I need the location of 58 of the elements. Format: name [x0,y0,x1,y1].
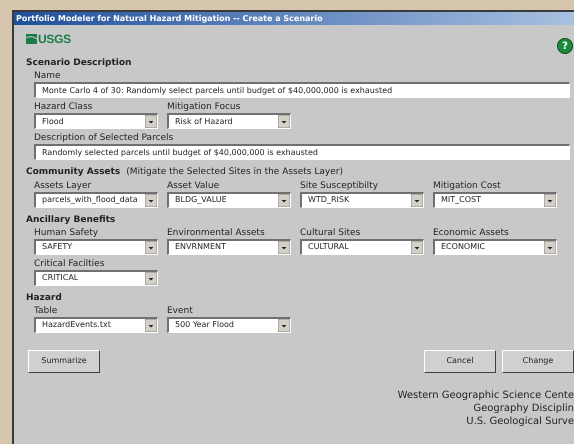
section-note: (Mitigate the Selected Sites in the Assets Layer) [126,166,343,179]
help-button[interactable]: ? [557,38,573,54]
field-label: Event [167,304,194,316]
dropdown-arrow-icon[interactable] [411,240,423,254]
field-label: Mitigation Cost [433,180,502,192]
field-label: Description of Selected Parcels [34,132,174,144]
dropdown[interactable]: MIT_COST [433,192,557,208]
text-field[interactable]: Randomly selected parcels until budget of $40,000,000 is exhausted [34,144,570,160]
footer-text: Western Geographic Science Cente [398,388,574,402]
dropdown-arrow-icon[interactable] [411,194,423,206]
field-label: Mitigation Focus [167,101,242,113]
dropdown-arrow-icon[interactable] [278,194,290,206]
dropdown-arrow-icon[interactable] [145,272,157,284]
section-heading: Hazard [26,292,62,304]
logo-mark-icon [26,34,37,44]
dropdown[interactable]: parcels_with_flood_data [34,192,158,208]
dropdown-arrow-icon[interactable] [278,115,290,128]
field-label: Assets Layer [34,180,92,192]
dropdown[interactable]: WTD_RISK [300,192,424,208]
dropdown[interactable]: ECONOMIC [433,238,557,254]
section-heading: Scenario Description [26,57,132,70]
dropdown[interactable]: ENVRNMENT [167,238,291,254]
dropdown[interactable]: CULTURAL [300,238,424,254]
dropdown-arrow-icon[interactable] [145,240,157,254]
field-label: Name [34,70,62,82]
dropdown-arrow-icon[interactable] [145,194,157,206]
dropdown-arrow-icon[interactable] [278,318,290,332]
field-label: Asset Value [167,180,220,192]
dropdown-arrow-icon[interactable] [145,318,157,332]
field-label: Site Susceptibilty [300,180,380,192]
field-label: Cultural Sites [300,226,362,238]
dropdown-arrow-icon[interactable] [544,194,556,206]
dropdown[interactable]: 500 Year Flood [167,316,291,332]
dropdown[interactable]: BLDG_VALUE [167,192,291,208]
dropdown[interactable]: SAFETY [34,238,158,254]
field-label: Hazard Class [34,101,94,113]
dropdown[interactable]: Risk of Hazard [167,113,291,129]
action-button[interactable]: Change [502,350,574,372]
section-heading: Ancillary Benefits [26,214,116,226]
field-label: Table [34,304,58,316]
dropdown-arrow-icon[interactable] [145,115,157,128]
action-button[interactable]: Cancel [424,350,496,372]
dropdown-arrow-icon[interactable] [278,240,290,254]
dropdown[interactable]: CRITICAL [34,270,158,286]
action-button[interactable]: Summarize [28,350,100,372]
dropdown[interactable]: Flood [34,113,158,129]
field-label: Economic Assets [433,226,510,238]
field-label: Critical Facilties [34,258,106,270]
title-bar: Portfolio Modeler for Natural Hazard Mitigation -- Create a Scenario [14,12,574,25]
text-field[interactable]: Monte Carlo 4 of 30: Randomly select parcels until budget of $40,000,000 is exhausted [34,82,570,98]
field-label: Human Safety [34,226,100,238]
footer-text: U.S. Geological Surve [466,414,574,428]
section-heading: Community Assets [26,166,120,179]
footer-text: Geography Disciplin [473,402,574,414]
dropdown[interactable]: HazardEvents.txt [34,316,158,332]
dropdown-arrow-icon[interactable] [544,240,556,254]
field-label: Environmental Assets [167,226,266,238]
usgs-logo: USGS [26,33,71,45]
